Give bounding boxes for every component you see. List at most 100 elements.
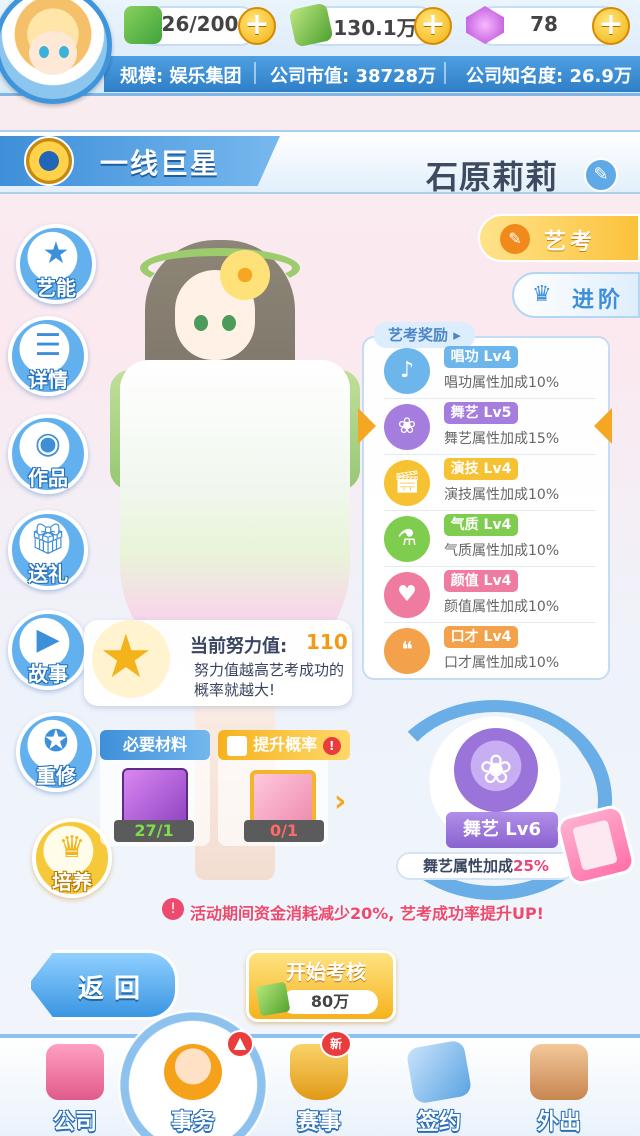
- chevron-right-icon[interactable]: ›: [334, 782, 354, 822]
- nav-label: 外出: [536, 1110, 581, 1135]
- side-button-retrain[interactable]: ✪ 重修: [16, 712, 96, 792]
- divider: [384, 398, 596, 399]
- nav-company[interactable]: 公司: [16, 1036, 134, 1136]
- rank-medal-icon: [24, 136, 74, 186]
- crown-icon: ♛: [58, 830, 86, 865]
- reward-level-tag: 气质 Lv4: [444, 514, 518, 536]
- emblem-bonus-label: 舞艺属性加成: [423, 857, 514, 875]
- back-button-label: 返回: [78, 974, 151, 1004]
- reward-desc: 演技属性加成10%: [444, 487, 560, 503]
- hourglass-icon: [124, 6, 162, 44]
- refresh-star-icon: ✪: [43, 724, 69, 759]
- nav-label: 赛事: [296, 1110, 341, 1135]
- star-icon: ★: [99, 622, 153, 692]
- side-button-gift[interactable]: 🎁︎ 送礼: [8, 510, 88, 590]
- reward-row-looks: ♥ 颜值 Lv4 颜值属性加成10%: [384, 570, 596, 620]
- reward-desc: 舞艺属性加成15%: [444, 431, 560, 447]
- side-button-skills[interactable]: ★ 艺能: [16, 224, 96, 304]
- rank-title: 一线巨星: [100, 147, 221, 180]
- reward-desc: 气质属性加成10%: [444, 543, 560, 559]
- microphone-icon: ♪: [384, 348, 430, 394]
- reward-level-tag: 颜值 Lv4: [444, 570, 518, 592]
- required-material-count: 27/1: [114, 820, 194, 842]
- boost-material-header: 提升概率 !: [218, 730, 350, 760]
- clapperboard-icon: 🎬︎: [384, 460, 430, 506]
- exam-cost: 80万: [282, 990, 378, 1014]
- add-gems-button[interactable]: +: [592, 7, 630, 45]
- side-button-label: 详情: [28, 368, 68, 392]
- reward-row-temperament: ⚗ 气质 Lv4 气质属性加成10%: [384, 514, 596, 564]
- energy-value: 26/200: [161, 12, 239, 36]
- emblem-bonus: 舞艺属性加成25%: [396, 852, 576, 880]
- exam-paper-icon: ✎: [500, 224, 530, 254]
- nav-outing[interactable]: 外出: [500, 1036, 618, 1136]
- company-scale: 规模: 娱乐集团: [120, 66, 242, 87]
- boost-checkbox[interactable]: [227, 735, 248, 756]
- side-button-label: 作品: [28, 466, 68, 490]
- side-button-story[interactable]: ▶ 故事: [8, 610, 88, 690]
- alert-icon: !: [322, 736, 341, 755]
- add-money-button[interactable]: +: [414, 7, 452, 45]
- divider: [384, 622, 596, 623]
- side-button-label: 故事: [28, 662, 68, 686]
- reward-desc: 口才属性加成10%: [444, 655, 560, 671]
- character-name: 石原莉莉: [426, 158, 559, 196]
- crown-icon: ♛: [532, 282, 552, 307]
- nav-events[interactable]: 新 赛事: [260, 1030, 378, 1136]
- company-market-value: 公司市值: 38728万: [270, 66, 437, 87]
- nav-label: 签约: [416, 1110, 461, 1135]
- gems-value: 78: [530, 12, 558, 36]
- event-notice: 活动期间资金消耗减少20%, 艺考成功率提升UP!: [190, 904, 544, 923]
- divider: [254, 62, 256, 84]
- divider: [444, 62, 446, 84]
- emblem-level-ribbon: 舞艺 Lv6: [446, 812, 558, 848]
- side-button-label: 艺能: [36, 276, 76, 300]
- rewards-title: 艺考奖励 ▸: [374, 322, 475, 348]
- tab-exam-label: 艺考: [544, 230, 597, 255]
- side-button-label: 培养: [52, 870, 92, 894]
- divider: [384, 510, 596, 511]
- effort-label: 当前努力值:: [190, 636, 288, 657]
- emblem-bonus-pct: 25%: [513, 857, 549, 875]
- reward-row-acting: 🎬︎ 演技 Lv4 演技属性加成10%: [384, 458, 596, 508]
- gift-icon: 🎁︎: [28, 522, 68, 557]
- new-badge: 新: [320, 1030, 352, 1058]
- dance-flower-icon: ❀: [454, 728, 538, 812]
- reward-desc: 唱功属性加成10%: [444, 375, 560, 391]
- required-material-header: 必要材料: [100, 730, 210, 760]
- cash-icon: [255, 981, 291, 1017]
- nav-affairs[interactable]: ▲ 事务: [134, 1030, 254, 1136]
- money-value: 130.1万: [333, 16, 417, 40]
- disc-icon: ◉: [34, 426, 62, 461]
- side-button-label: 重修: [36, 764, 76, 788]
- reward-level-tag: 唱功 Lv4: [444, 346, 518, 368]
- tab-advance-label: 进阶: [572, 288, 625, 313]
- tab-advance[interactable]: ♛ 进阶: [512, 272, 640, 318]
- tab-exam[interactable]: ✎ 艺考: [478, 214, 640, 262]
- list-icon: ☰: [34, 328, 62, 363]
- effort-star: ★: [92, 620, 170, 698]
- door-exit-icon: [530, 1044, 588, 1100]
- alert-icon: !: [162, 898, 184, 920]
- cash-icon: [288, 2, 334, 48]
- edit-name-button[interactable]: ✎: [584, 158, 618, 192]
- reward-row-eloquence: ❝ 口才 Lv4 口才属性加成10%: [384, 626, 596, 676]
- nav-contract[interactable]: 签约: [380, 1036, 498, 1136]
- effort-description: 努力值越高艺考成功的概率就越大!: [194, 661, 345, 699]
- company-building-icon: [46, 1044, 104, 1100]
- add-energy-button[interactable]: +: [238, 7, 276, 45]
- side-button-details[interactable]: ☰ 详情: [8, 316, 88, 396]
- pencil-icon: ✎: [593, 164, 609, 185]
- company-fame: 公司知名度: 26.9万: [466, 66, 632, 87]
- video-icon: ▶: [36, 622, 60, 657]
- speech-icon: ❝: [384, 628, 430, 674]
- lipstick-icon: ♥: [384, 572, 430, 618]
- boost-material-count: 0/1: [244, 820, 324, 842]
- reward-desc: 颜值属性加成10%: [444, 599, 560, 615]
- contract-icon: [405, 1039, 473, 1105]
- start-exam-label: 开始考核: [286, 960, 366, 984]
- reward-level-tag: 演技 Lv4: [444, 458, 518, 480]
- side-button-works[interactable]: ◉ 作品: [8, 414, 88, 494]
- reward-row-singing: ♪ 唱功 Lv4 唱功属性加成10%: [384, 346, 596, 396]
- reward-level-tag: 舞艺 Lv5: [444, 402, 518, 424]
